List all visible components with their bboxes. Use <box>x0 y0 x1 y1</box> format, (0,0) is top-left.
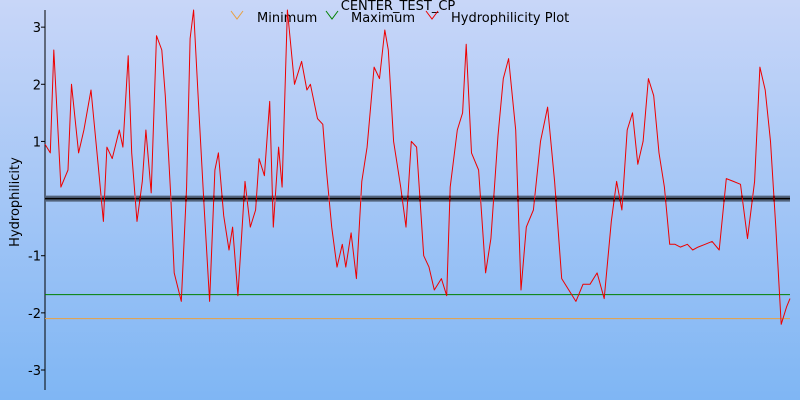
y-tick-label: 3 <box>33 21 41 36</box>
y-tick-label: -2 <box>28 307 41 322</box>
y-axis-label: Hydrophilicity <box>8 157 23 247</box>
y-tick-label: 2 <box>33 78 41 93</box>
chart-background <box>0 0 800 400</box>
y-tick-label: -1 <box>28 250 41 265</box>
y-tick-label: -3 <box>28 364 41 379</box>
legend: Minimum Maximum Hydrophilicity Plot <box>230 10 569 26</box>
y-tick-label: 1 <box>33 135 41 150</box>
chart-canvas: CENTER_TEST_CP Minimum Maximum Hydrophil… <box>0 0 800 400</box>
legend-plot-label: Hydrophilicity Plot <box>451 11 569 26</box>
hydrophilicity-chart: CENTER_TEST_CP Minimum Maximum Hydrophil… <box>0 0 800 400</box>
legend-maximum-label: Maximum <box>351 11 415 26</box>
